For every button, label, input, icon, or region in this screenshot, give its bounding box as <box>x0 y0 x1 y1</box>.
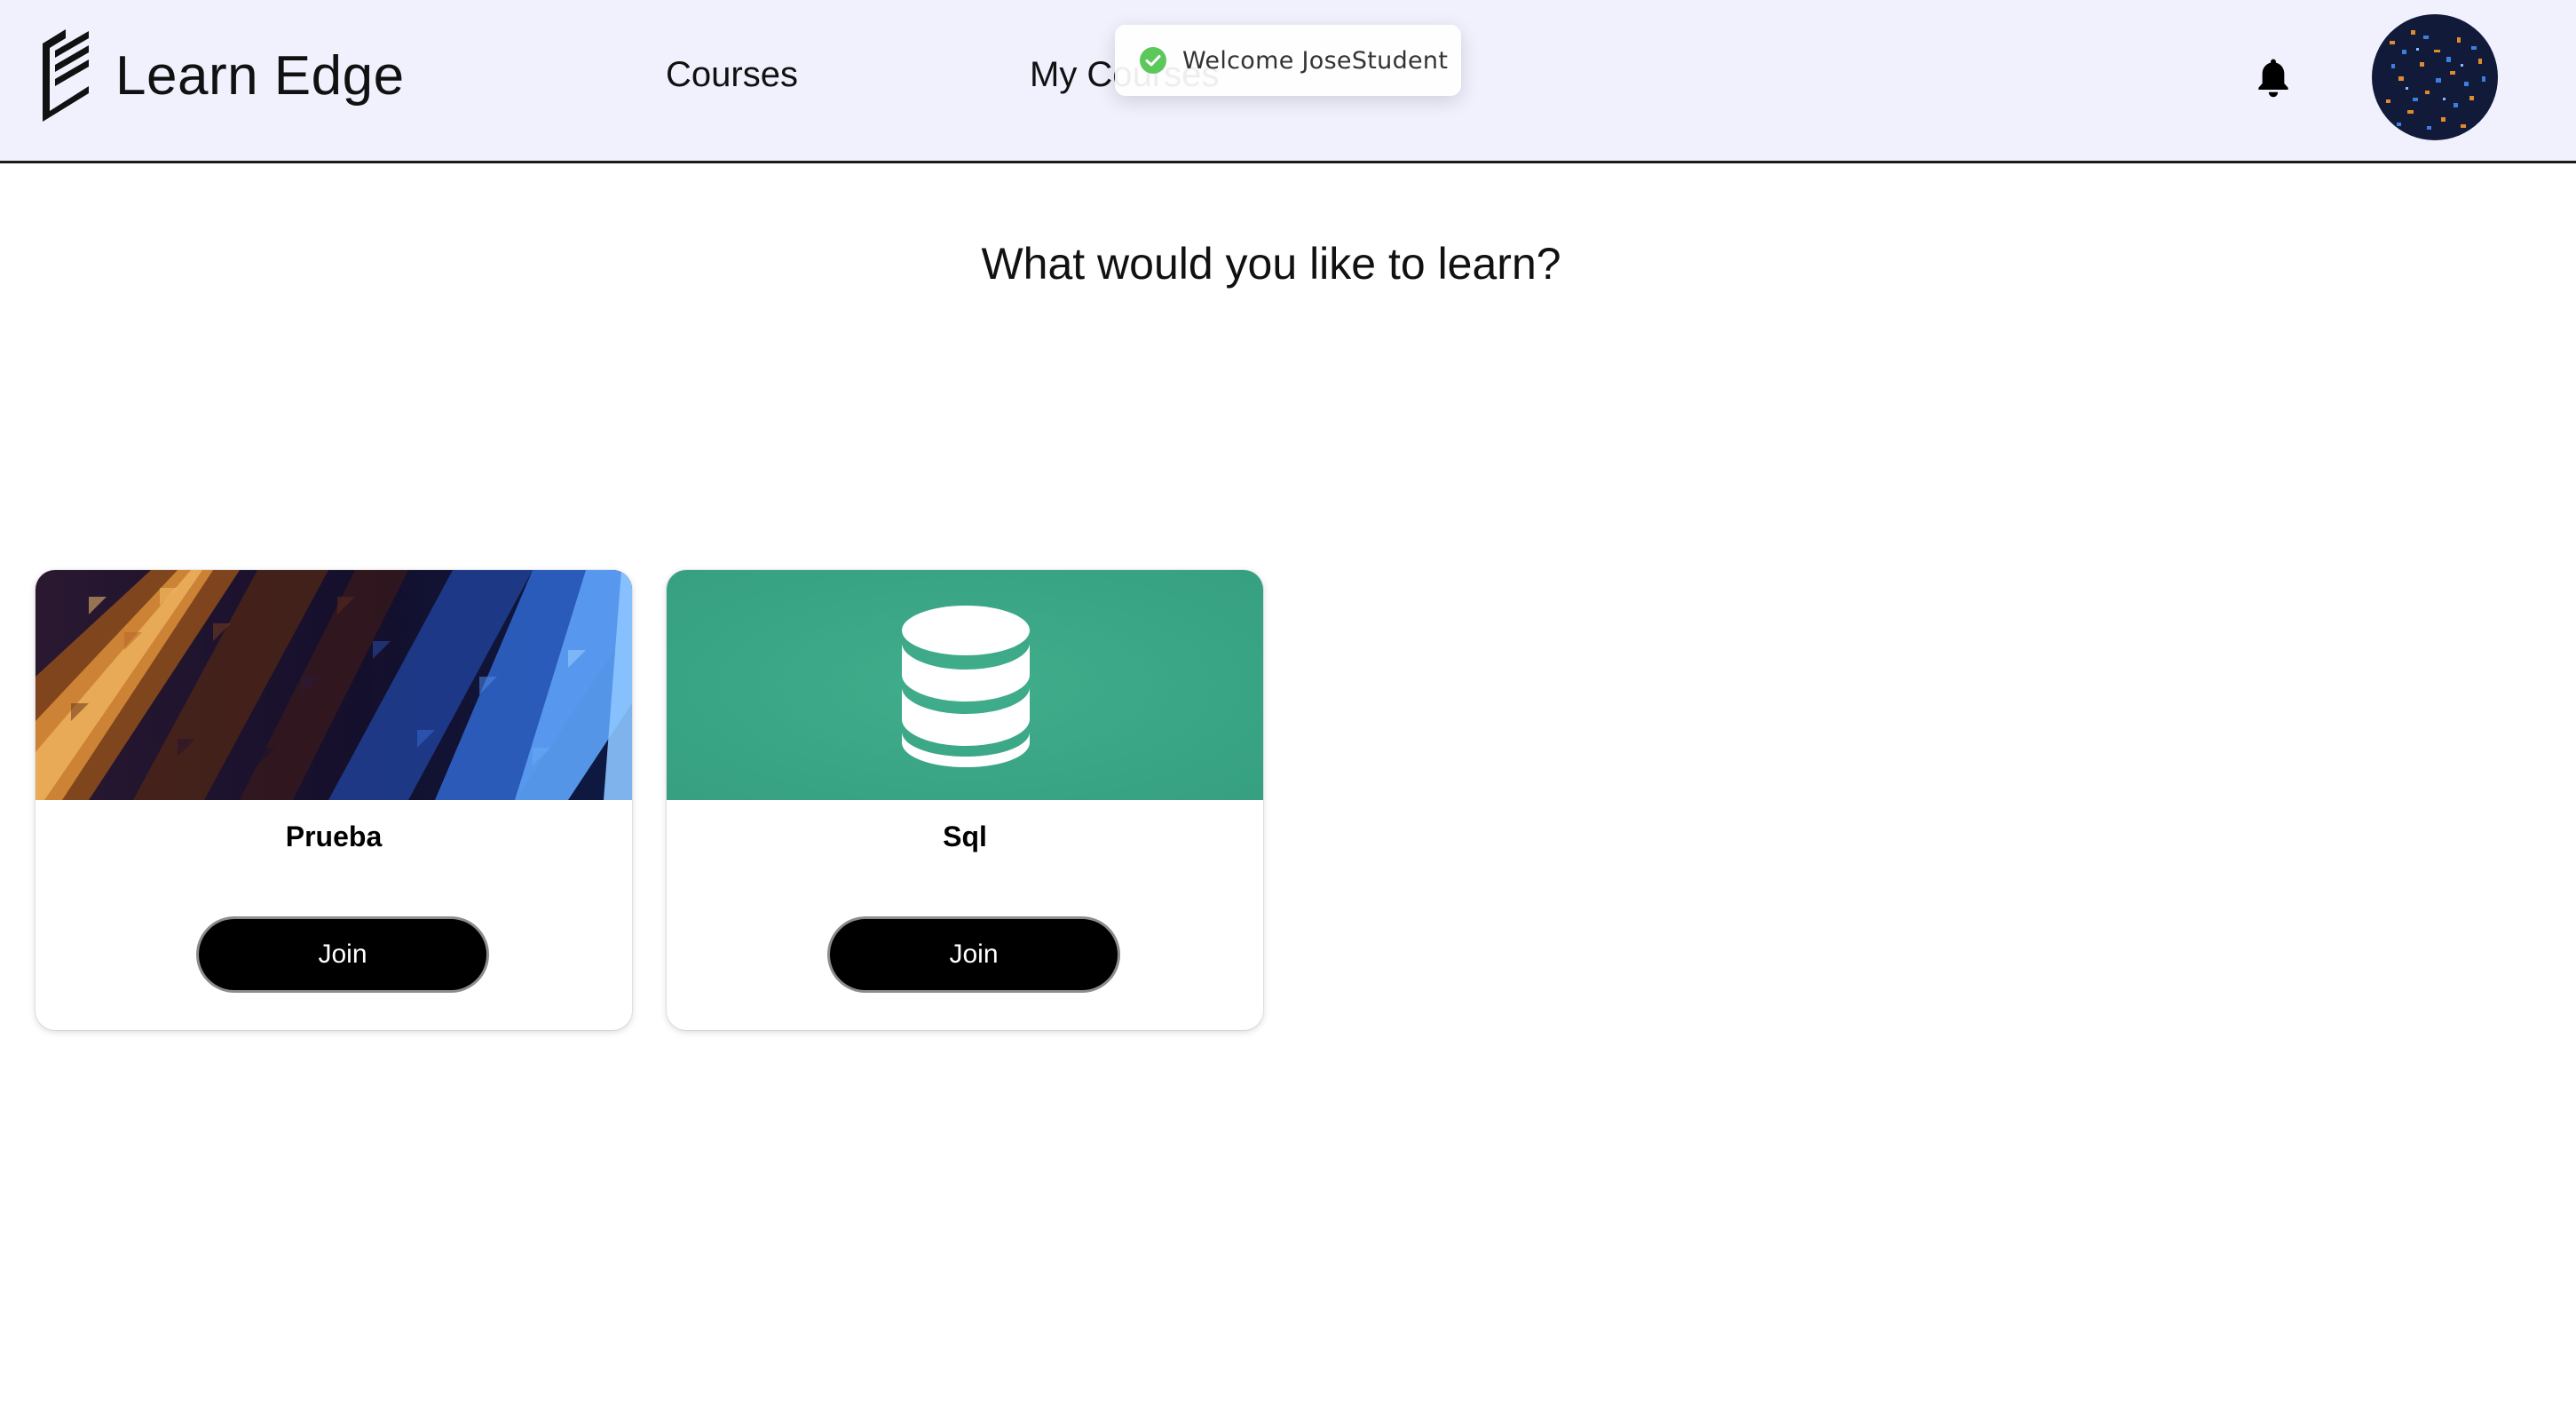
learn-edge-logo-icon <box>43 29 89 122</box>
user-avatar[interactable] <box>2372 14 2498 140</box>
brand-name: Learn Edge <box>115 44 405 107</box>
database-icon <box>902 606 1030 767</box>
bell-icon[interactable] <box>2255 57 2292 99</box>
brand[interactable]: Learn Edge <box>39 28 405 123</box>
course-title: Prueba <box>285 820 383 852</box>
nav-courses-link[interactable]: Courses <box>666 55 798 95</box>
abstract-mosaic-image <box>36 570 632 800</box>
join-button-prueba[interactable]: Join <box>196 916 489 993</box>
join-button-sql[interactable]: Join <box>827 916 1120 993</box>
page-heading: What would you like to learn? <box>981 239 1561 289</box>
user-avatar-image <box>2372 14 2498 140</box>
course-card-prueba: Prueba Join <box>36 570 632 1030</box>
course-title: Sql <box>943 820 987 852</box>
page: Learn Edge Courses My Courses <box>0 0 2576 1403</box>
toast-message: Welcome JoseStudent <box>1182 46 1449 75</box>
welcome-toast: Welcome JoseStudent <box>1115 25 1461 96</box>
course-card-sql: Sql Join <box>667 570 1263 1030</box>
check-circle-icon <box>1140 47 1166 74</box>
